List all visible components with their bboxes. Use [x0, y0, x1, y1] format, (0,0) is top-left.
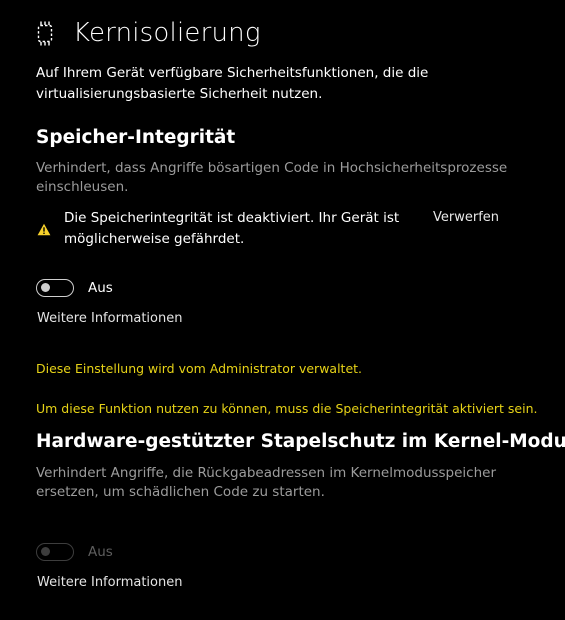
memory-integrity-description: Verhindert, dass Angriffe bösartigen Cod… — [36, 160, 508, 195]
toggle-knob — [41, 547, 50, 556]
memory-integrity-warning: Die Speicherintegrität ist deaktiviert. … — [37, 208, 517, 252]
requirement-note: Um diese Funktion nutzen zu können, muss… — [36, 401, 538, 416]
stack-protection-title: Hardware-gestützter Stapelschutz im Kern… — [36, 431, 565, 452]
memory-integrity-toggle[interactable] — [36, 279, 74, 297]
memory-integrity-more-info-link[interactable]: Weitere Informationen — [37, 311, 182, 326]
page-header: Kernisolierung — [36, 17, 261, 49]
intro-text: Auf Ihrem Gerät verfügbare Sicherheitsfu… — [36, 65, 429, 102]
memory-integrity-toggle-row: Aus — [36, 279, 113, 297]
stack-protection-toggle-label: Aus — [88, 544, 113, 560]
stack-protection-toggle[interactable] — [36, 543, 74, 561]
memory-integrity-title: Speicher-Integrität — [36, 127, 236, 148]
stack-protection-toggle-row: Aus — [36, 543, 113, 561]
core-isolation-chip-icon — [37, 21, 53, 45]
dismiss-button[interactable]: Verwerfen — [433, 210, 499, 225]
warning-text: Die Speicherintegrität ist deaktiviert. … — [64, 210, 400, 247]
memory-integrity-toggle-label: Aus — [88, 280, 113, 296]
warning-icon — [37, 223, 51, 236]
stack-protection-description: Verhindert Angriffe, die Rückgabeadresse… — [36, 465, 497, 500]
page-title: Kernisolierung — [73, 18, 261, 48]
stack-protection-more-info-link[interactable]: Weitere Informationen — [37, 575, 182, 590]
toggle-knob — [41, 283, 50, 292]
admin-managed-note: Diese Einstellung wird vom Administrator… — [36, 361, 363, 376]
